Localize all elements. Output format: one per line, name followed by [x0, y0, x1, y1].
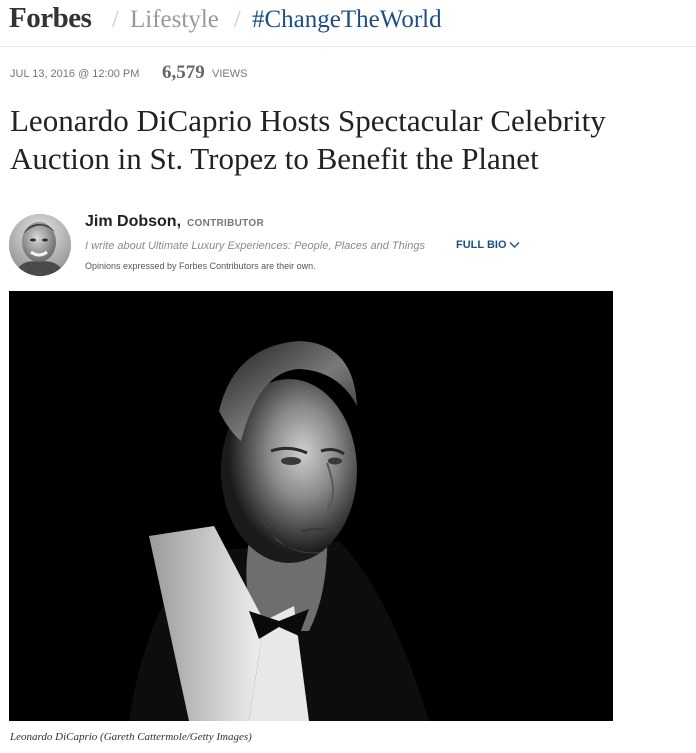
breadcrumb-lifestyle[interactable]: Lifestyle [130, 6, 219, 34]
article-headline: Leonardo DiCaprio Hosts Spectacular Cele… [10, 103, 606, 176]
author-avatar[interactable] [9, 214, 71, 276]
image-caption: Leonardo DiCaprio (Gareth Cattermole/Get… [10, 731, 252, 743]
breadcrumb-separator: / [112, 7, 119, 33]
forbes-logo[interactable]: Forbes [9, 2, 92, 35]
breadcrumb-channel[interactable]: #ChangeTheWorld [252, 6, 442, 34]
chevron-down-icon [509, 242, 520, 248]
publish-date: JUL 13, 2016 @ 12:00 PM [10, 68, 140, 80]
author-name[interactable]: Jim Dobson, [85, 213, 181, 231]
author-role: CONTRIBUTOR [187, 218, 265, 229]
full-bio-link[interactable]: FULL BIO [456, 239, 520, 251]
hero-image [9, 291, 613, 721]
contributor-disclaimer: Opinions expressed by Forbes Contributor… [85, 261, 316, 271]
full-bio-label: FULL BIO [456, 239, 507, 251]
views-label: VIEWS [212, 68, 248, 80]
site-header: Forbes / Lifestyle / #ChangeTheWorld [0, 0, 696, 47]
views-count: 6,579 [162, 62, 205, 83]
author-block: Jim Dobson, CONTRIBUTOR I write about Ul… [9, 210, 689, 280]
author-description: I write about Ultimate Luxury Experience… [85, 240, 425, 252]
breadcrumb-separator: / [234, 7, 241, 33]
